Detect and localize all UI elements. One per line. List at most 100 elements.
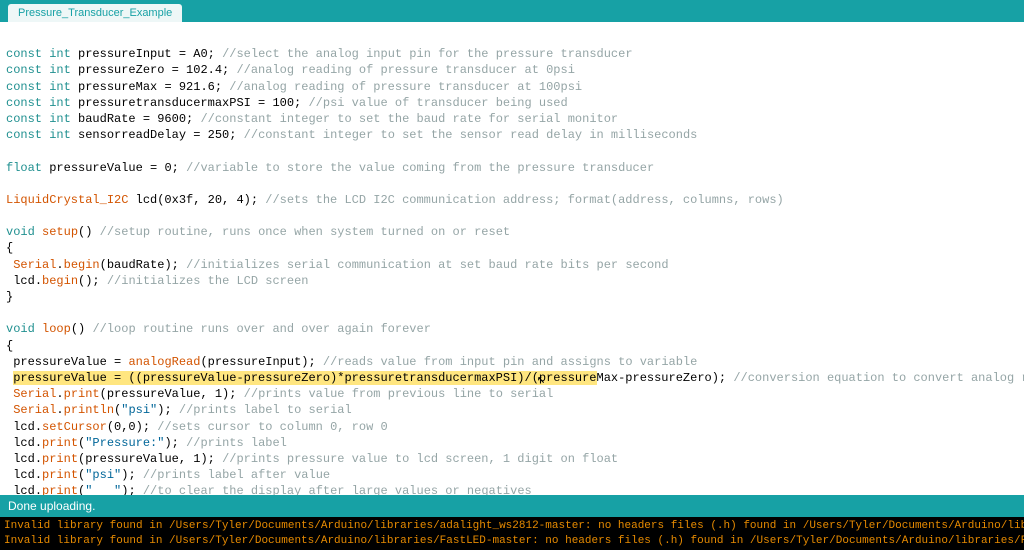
keyword: void [6, 322, 35, 336]
expr: lcd(0x3f, 20, 4); [136, 193, 258, 207]
function-call: analogRead [128, 355, 200, 369]
var: pressureZero [78, 63, 164, 77]
args: (0,0); [107, 420, 150, 434]
method: print [42, 436, 78, 450]
function-name: setup [42, 225, 78, 239]
console-line: Invalid library found in /Users/Tyler/Do… [4, 534, 1020, 548]
comment: //psi value of transducer being used [308, 96, 567, 110]
args: (); [78, 274, 100, 288]
var: pressureInput [78, 47, 172, 61]
dot: . [56, 258, 63, 272]
object: lcd [13, 484, 35, 495]
parens: () [71, 322, 85, 336]
dot: . [56, 403, 63, 417]
args: (pressureValue, 1); [100, 387, 237, 401]
comment: //analog reading of pressure transducer … [236, 63, 574, 77]
keyword: float [6, 161, 42, 175]
var: pressureValue [49, 161, 143, 175]
function-name: loop [42, 322, 71, 336]
comment: //sets cursor to column 0, row 0 [157, 420, 387, 434]
comment: //variable to store the value coming fro… [186, 161, 654, 175]
method: print [42, 468, 78, 482]
comment: //analog reading of pressure transducer … [229, 80, 582, 94]
comment: //to clear the display after large value… [143, 484, 532, 495]
keyword: const int [6, 63, 71, 77]
comment: //initializes serial communication at se… [186, 258, 668, 272]
dot: . [35, 274, 42, 288]
method: begin [42, 274, 78, 288]
method: print [64, 387, 100, 401]
comment: //prints label [186, 436, 287, 450]
keyword: void [6, 225, 35, 239]
expr: = 250; [193, 128, 236, 142]
expr: = 102.4; [172, 63, 230, 77]
comment: //prints value from previous line to ser… [244, 387, 554, 401]
expr: = 0; [150, 161, 179, 175]
status-bar: Done uploading. [0, 495, 1024, 517]
paren-end: ); [157, 403, 171, 417]
comment: //select the analog input pin for the pr… [222, 47, 632, 61]
object: lcd [13, 436, 35, 450]
object: Serial [13, 403, 56, 417]
keyword: const int [6, 80, 71, 94]
object: lcd [13, 274, 35, 288]
string: "Pressure:" [85, 436, 164, 450]
comment: //reads value from input pin and assigns… [323, 355, 697, 369]
args: (pressureInput); [200, 355, 315, 369]
expr: = 921.6; [164, 80, 222, 94]
var: baudRate [78, 112, 136, 126]
comment: //constant integer to set the sensor rea… [244, 128, 698, 142]
console-line: Invalid library found in /Users/Tyler/Do… [4, 519, 1020, 533]
dot: . [35, 420, 42, 434]
comment: //prints label to serial [179, 403, 352, 417]
keyword: const int [6, 96, 71, 110]
comment: //conversion equation to convert analog … [733, 371, 1024, 385]
comment: //sets the LCD I2C communication address… [265, 193, 783, 207]
expr: = 100; [258, 96, 301, 110]
object: lcd [13, 468, 35, 482]
var: pressureMax [78, 80, 157, 94]
comment: //constant integer to set the baud rate … [200, 112, 618, 126]
keyword: const int [6, 128, 71, 142]
paren-end: ); [121, 484, 135, 495]
object: Serial [13, 387, 56, 401]
comment: //setup routine, runs once when system t… [100, 225, 510, 239]
tab-label: Pressure_Transducer_Example [18, 7, 172, 19]
object: lcd [13, 420, 35, 434]
dot: . [56, 387, 63, 401]
object: Serial [13, 258, 56, 272]
brace: { [6, 339, 13, 353]
keyword: const int [6, 112, 71, 126]
method: print [42, 484, 78, 495]
tab-bar: Pressure_Transducer_Example [0, 0, 1024, 22]
dot: . [35, 452, 42, 466]
string: "psi" [121, 403, 157, 417]
code-editor[interactable]: const int pressureInput = A0; //select t… [0, 22, 1024, 495]
args: (baudRate); [100, 258, 179, 272]
console-output[interactable]: Invalid library found in /Users/Tyler/Do… [0, 517, 1024, 550]
tab-sketch[interactable]: Pressure_Transducer_Example [8, 4, 182, 22]
string: " " [85, 484, 121, 495]
object: lcd [13, 452, 35, 466]
keyword: const int [6, 47, 71, 61]
comment: //prints label after value [143, 468, 330, 482]
parens: () [78, 225, 92, 239]
method: begin [64, 258, 100, 272]
status-text: Done uploading. [8, 499, 95, 513]
lhs: pressureValue = [13, 355, 121, 369]
paren-end: ); [121, 468, 135, 482]
dot: . [35, 468, 42, 482]
highlighted-code: pressureValue = ((pressureValue-pressure… [13, 371, 596, 385]
method: println [64, 403, 114, 417]
method: setCursor [42, 420, 107, 434]
class-ref: LiquidCrystal_I2C [6, 193, 128, 207]
dot: . [35, 484, 42, 495]
comment: //initializes the LCD screen [107, 274, 309, 288]
brace: { [6, 241, 13, 255]
args: (pressureValue, 1); [78, 452, 215, 466]
method: print [42, 452, 78, 466]
comment: //loop routine runs over and over again … [92, 322, 430, 336]
expr: = A0; [179, 47, 215, 61]
brace: } [6, 290, 13, 304]
paren-end: ); [164, 436, 178, 450]
